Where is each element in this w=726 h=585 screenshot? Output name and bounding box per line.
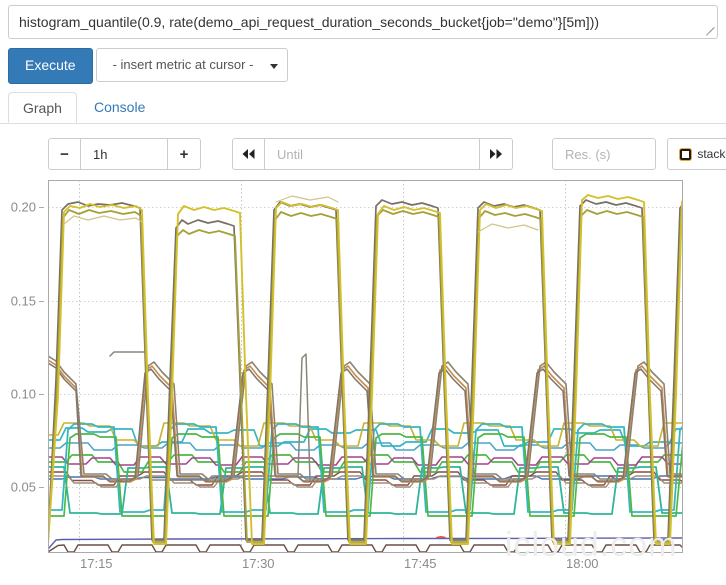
- double-right-arrow-icon: [489, 149, 502, 159]
- chevron-down-icon: [270, 64, 278, 69]
- shift-backward-button[interactable]: [232, 138, 265, 170]
- y-tick-label: 0.20: [10, 199, 36, 215]
- execute-button[interactable]: Execute: [8, 48, 93, 84]
- double-left-arrow-icon: [242, 149, 255, 159]
- tab-graph[interactable]: Graph: [8, 92, 77, 123]
- y-tick-label: 0.05: [10, 479, 36, 495]
- tab-bar: Graph Console: [0, 92, 726, 124]
- until-control-group: Until: [232, 138, 513, 170]
- range-decrease-button[interactable]: −: [48, 138, 81, 170]
- stacked-label: stacked: [697, 147, 726, 161]
- metric-select-label: - insert metric at cursor -: [112, 57, 254, 72]
- x-tick-label: 17:15: [80, 556, 113, 571]
- tab-console[interactable]: Console: [80, 92, 159, 123]
- until-input[interactable]: Until: [265, 138, 480, 170]
- tab-divider: [0, 123, 726, 124]
- expression-input[interactable]: histogram_quantile(0.9, rate(demo_api_re…: [8, 5, 718, 39]
- shift-forward-button[interactable]: [480, 138, 513, 170]
- resolution-input[interactable]: Res. (s): [552, 138, 656, 170]
- graph-canvas[interactable]: [48, 180, 683, 553]
- expression-input-wrapper: histogram_quantile(0.9, rate(demo_api_re…: [8, 5, 718, 39]
- y-tick-label: 0.10: [10, 386, 36, 402]
- range-control-group: − 1h +: [48, 138, 201, 170]
- resolution-control-group: Res. (s): [552, 138, 656, 170]
- plot-border: [48, 180, 683, 553]
- until-placeholder: Until: [277, 146, 304, 162]
- y-axis: 0.20 0.15 0.10 0.05: [0, 180, 44, 553]
- prometheus-graph-page: histogram_quantile(0.9, rate(demo_api_re…: [0, 0, 726, 585]
- x-tick-label: 17:45: [404, 556, 437, 571]
- range-input[interactable]: 1h: [81, 138, 168, 170]
- x-tick-label: 17:30: [242, 556, 275, 571]
- stacked-control-group: stacked: [667, 138, 726, 170]
- y-tick-label: 0.15: [10, 293, 36, 309]
- stacked-toggle[interactable]: stacked: [667, 138, 726, 170]
- x-tick-label: 18:00: [566, 556, 599, 571]
- metric-select[interactable]: - insert metric at cursor -: [96, 48, 288, 82]
- checkbox-unchecked-icon: [680, 148, 692, 160]
- x-axis: 17:15 17:30 17:45 18:00: [48, 556, 683, 580]
- resolution-placeholder: Res. (s): [565, 146, 611, 162]
- range-increase-button[interactable]: +: [168, 138, 201, 170]
